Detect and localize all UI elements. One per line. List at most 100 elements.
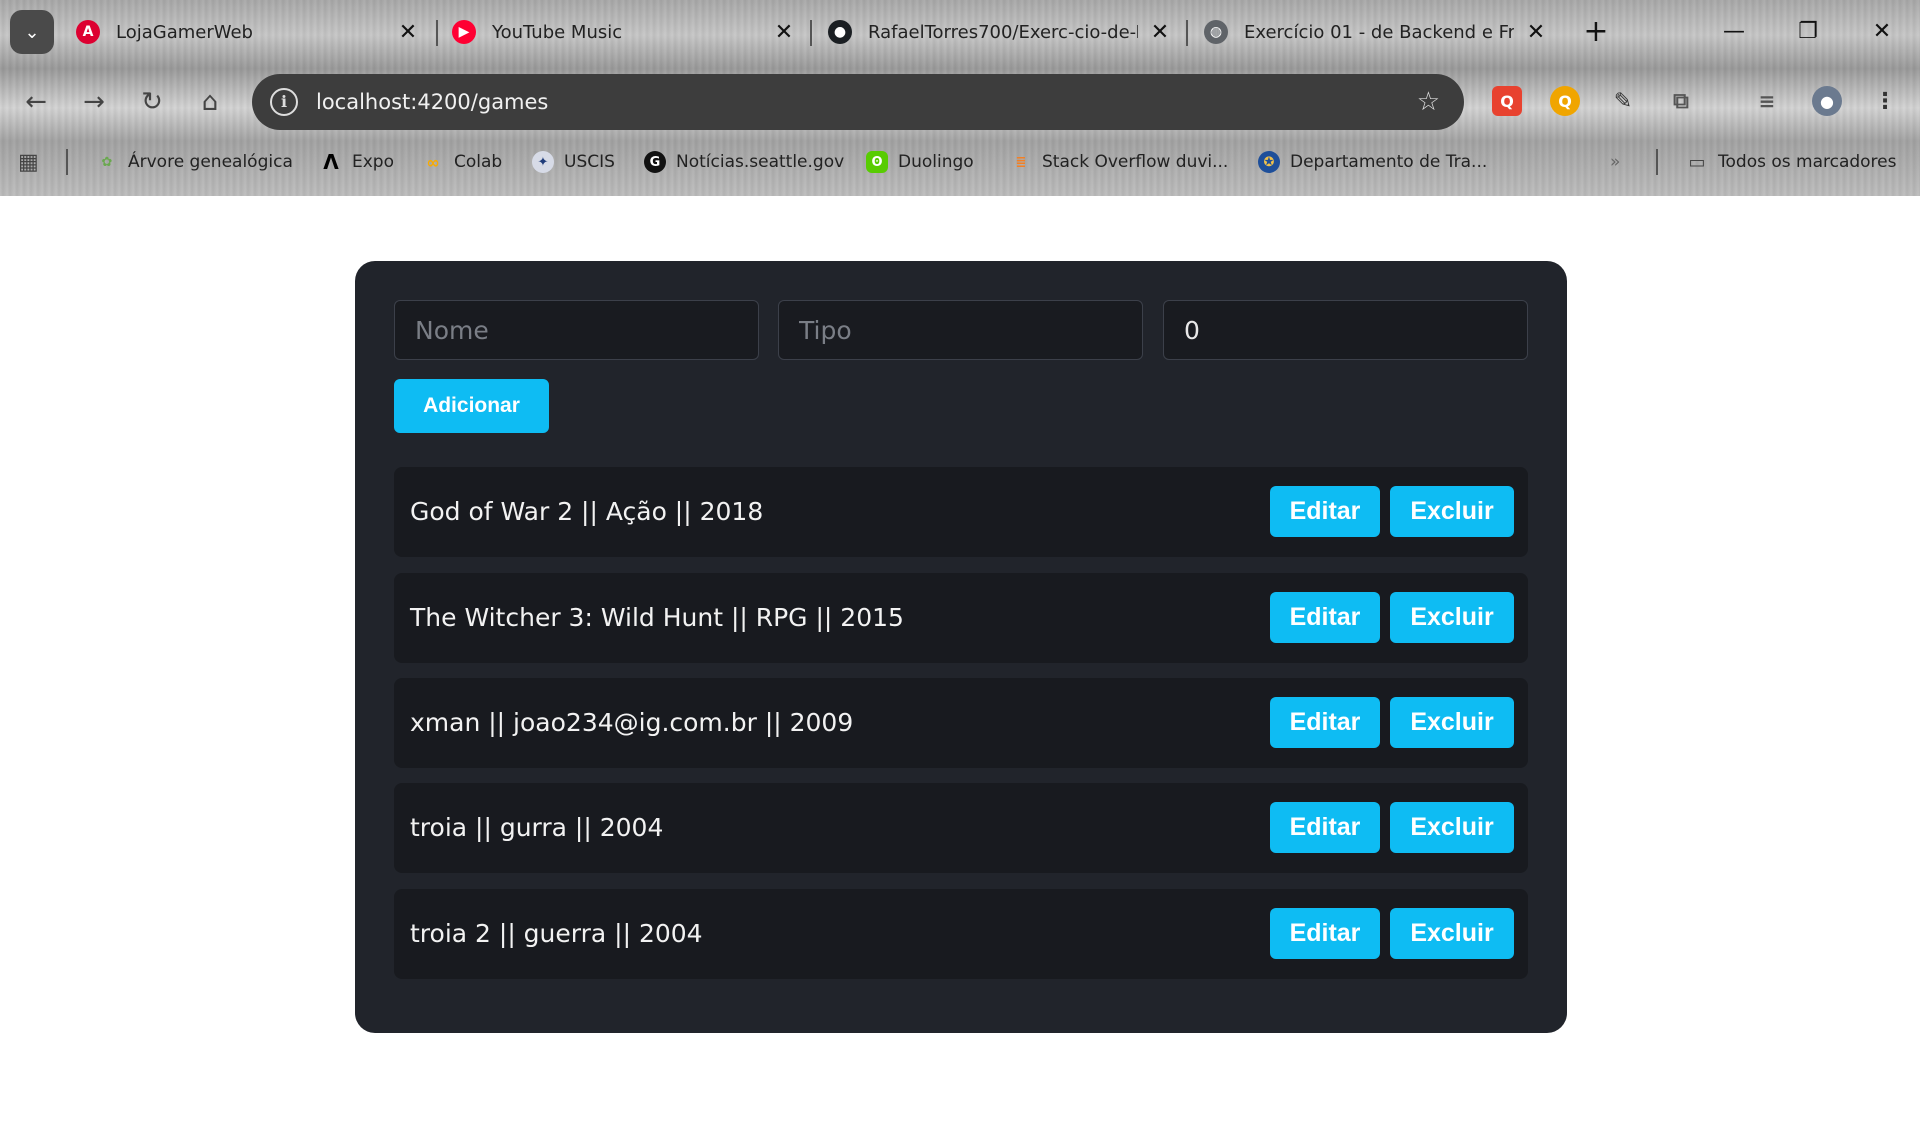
- home-icon: ⌂: [201, 87, 219, 117]
- restore-icon: ❐: [1798, 19, 1818, 44]
- tab-divider: [436, 20, 438, 46]
- bookmarks-divider: [66, 149, 68, 175]
- new-tab-button[interactable]: +: [1576, 12, 1616, 52]
- expo-icon: Λ: [323, 150, 339, 174]
- edit-button[interactable]: Editar: [1270, 697, 1380, 748]
- bookmark-label: Duolingo: [898, 152, 974, 172]
- games-panel: Adicionar God of War 2 || Ação || 2018 E…: [355, 261, 1567, 1033]
- url-text[interactable]: localhost:4200/games: [316, 90, 1417, 114]
- delete-button[interactable]: Excluir: [1390, 697, 1514, 748]
- plus-icon: +: [1583, 14, 1609, 49]
- bookmark-stackoverflow[interactable]: ≣ Stack Overflow duvi...: [1010, 146, 1229, 178]
- extensions-puzzle-icon[interactable]: ⧉: [1666, 86, 1696, 116]
- close-icon[interactable]: ✕: [396, 20, 420, 45]
- delete-button[interactable]: Excluir: [1390, 486, 1514, 537]
- tab-title: YouTube Music: [492, 21, 623, 43]
- game-text: The Witcher 3: Wild Hunt || RPG || 2015: [410, 603, 904, 632]
- bookmark-label: USCIS: [564, 152, 615, 172]
- bookmark-uscis[interactable]: ✦ USCIS: [532, 146, 615, 178]
- all-bookmarks-folder[interactable]: ▭ Todos os marcadores: [1686, 146, 1896, 178]
- reload-icon: ↻: [141, 87, 163, 117]
- minimize-button[interactable]: —: [1714, 12, 1754, 52]
- tab-search-button[interactable]: ⌄: [10, 10, 54, 54]
- tab-divider: [810, 20, 812, 46]
- colab-icon: ∞: [426, 152, 440, 172]
- tab-exercicio[interactable]: ◍ Exercício 01 - de Backend e Fro ✕: [1204, 10, 1548, 54]
- browser-chrome: ⌄ A LojaGamerWeb ✕ ▶ YouTube Music ✕ ● R…: [0, 0, 1920, 196]
- game-text: God of War 2 || Ação || 2018: [410, 497, 764, 526]
- game-text: xman || joao234@ig.com.br || 2009: [410, 708, 854, 737]
- tab-github-repo[interactable]: ● RafaelTorres700/Exerc-cio-de-Ba ✕: [828, 10, 1172, 54]
- family-tree-icon: ✿: [101, 154, 113, 170]
- more-bookmarks-icon[interactable]: »: [1610, 146, 1620, 178]
- game-row: xman || joao234@ig.com.br || 2009 Editar…: [394, 678, 1528, 768]
- bookmark-label: Colab: [454, 152, 503, 172]
- type-input[interactable]: [778, 300, 1143, 360]
- youtube-music-icon: ▶: [452, 20, 476, 44]
- delete-button[interactable]: Excluir: [1390, 592, 1514, 643]
- bookmark-label: Stack Overflow duvi...: [1042, 152, 1229, 172]
- bookmarks-divider: [1656, 149, 1658, 175]
- reload-button[interactable]: ↻: [132, 82, 172, 122]
- game-row: troia || gurra || 2004 Editar Excluir: [394, 783, 1528, 873]
- back-button[interactable]: ←: [16, 82, 56, 122]
- edit-button[interactable]: Editar: [1270, 592, 1380, 643]
- tab-title: LojaGamerWeb: [116, 21, 253, 43]
- close-icon[interactable]: ✕: [1148, 20, 1172, 45]
- delete-button[interactable]: Excluir: [1390, 908, 1514, 959]
- bookmark-expo[interactable]: Λ Expo: [320, 146, 394, 178]
- bookmark-label: Expo: [352, 152, 394, 172]
- year-input[interactable]: [1163, 300, 1528, 360]
- tab-lojagamerweb[interactable]: A LojaGamerWeb ✕: [76, 10, 420, 54]
- stackoverflow-icon: ≣: [1015, 154, 1027, 170]
- bookmark-star-icon[interactable]: ☆: [1417, 87, 1440, 117]
- game-row: The Witcher 3: Wild Hunt || RPG || 2015 …: [394, 573, 1528, 663]
- angular-icon: A: [76, 20, 100, 44]
- delete-button[interactable]: Excluir: [1390, 802, 1514, 853]
- more-menu-icon[interactable]: ⋮: [1870, 86, 1900, 116]
- magnifier-extension-icon[interactable]: Q: [1550, 86, 1580, 116]
- edit-button[interactable]: Editar: [1270, 908, 1380, 959]
- uscis-seal-icon: ✦: [532, 151, 554, 173]
- home-button[interactable]: ⌂: [190, 82, 230, 122]
- bookmark-departamento[interactable]: ✪ Departamento de Tra...: [1258, 146, 1487, 178]
- bookmark-arvore[interactable]: ✿ Árvore genealógica: [96, 146, 293, 178]
- github-icon: ●: [828, 20, 852, 44]
- arrow-right-icon: →: [83, 87, 105, 117]
- media-queue-icon[interactable]: ≡: [1752, 86, 1782, 116]
- tab-divider: [1186, 20, 1188, 46]
- game-text: troia 2 || guerra || 2004: [410, 919, 703, 948]
- bookmark-label: Notícias.seattle.gov: [676, 152, 845, 172]
- arrow-left-icon: ←: [25, 87, 47, 117]
- site-info-icon[interactable]: i: [270, 88, 298, 116]
- duolingo-icon: ʘ: [866, 151, 888, 173]
- globe-icon: ◍: [1204, 20, 1228, 44]
- bookmarks-bar: ▦ ✿ Árvore genealógica Λ Expo ∞ Colab ✦ …: [0, 142, 1920, 182]
- search-extension-icon[interactable]: Q: [1492, 86, 1522, 116]
- close-icon[interactable]: ✕: [772, 20, 796, 45]
- edit-button[interactable]: Editar: [1270, 486, 1380, 537]
- close-window-button[interactable]: ✕: [1862, 12, 1902, 52]
- tab-title: Exercício 01 - de Backend e Fro: [1244, 21, 1514, 43]
- tab-youtube-music[interactable]: ▶ YouTube Music ✕: [452, 10, 796, 54]
- address-bar[interactable]: i localhost:4200/games ☆: [252, 74, 1464, 130]
- bookmark-seattle[interactable]: G Notícias.seattle.gov: [644, 146, 844, 178]
- bookmark-duolingo[interactable]: ʘ Duolingo: [866, 146, 974, 178]
- add-button[interactable]: Adicionar: [394, 379, 549, 433]
- edit-button[interactable]: Editar: [1270, 802, 1380, 853]
- bookmark-label: Árvore genealógica: [128, 152, 293, 172]
- bookmark-label: Departamento de Tra...: [1290, 152, 1488, 172]
- name-input[interactable]: [394, 300, 759, 360]
- eyedropper-icon[interactable]: ✎: [1608, 86, 1638, 116]
- profile-avatar[interactable]: ●: [1812, 86, 1842, 116]
- apps-grid-icon[interactable]: ▦: [18, 146, 39, 178]
- g-icon: G: [644, 151, 666, 173]
- bookmark-colab[interactable]: ∞ Colab: [422, 146, 502, 178]
- game-row: God of War 2 || Ação || 2018 Editar Excl…: [394, 467, 1528, 557]
- forward-button[interactable]: →: [74, 82, 114, 122]
- folder-icon: ▭: [1688, 151, 1706, 173]
- game-row: troia 2 || guerra || 2004 Editar Excluir: [394, 889, 1528, 979]
- close-icon[interactable]: ✕: [1524, 20, 1548, 45]
- restore-button[interactable]: ❐: [1788, 12, 1828, 52]
- minimize-icon: —: [1723, 19, 1745, 44]
